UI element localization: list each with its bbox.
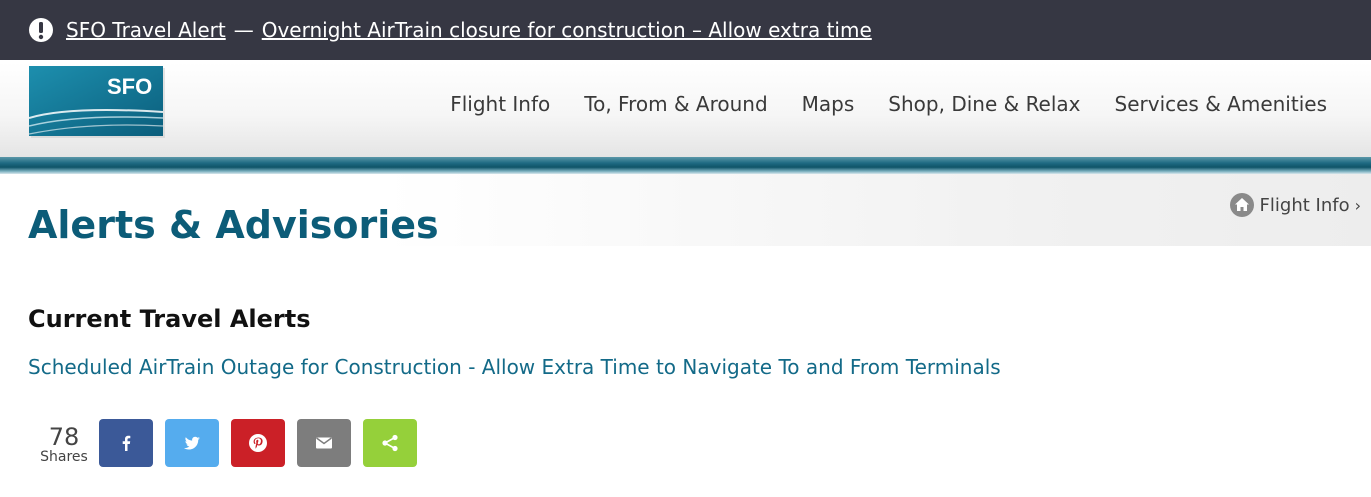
breadcrumb-flight-info[interactable]: Flight Info bbox=[1260, 195, 1350, 216]
travel-alert-bar: SFO Travel Alert — Overnight AirTrain cl… bbox=[0, 0, 1371, 60]
logo-text: SFO bbox=[107, 74, 152, 99]
pinterest-icon bbox=[249, 434, 267, 452]
facebook-share-button[interactable] bbox=[99, 419, 153, 467]
chevron-right-icon: › bbox=[1354, 195, 1361, 215]
nav-item-maps[interactable]: Maps bbox=[802, 92, 855, 116]
facebook-icon bbox=[122, 435, 131, 451]
pinterest-share-button[interactable] bbox=[231, 419, 285, 467]
airtrain-outage-link[interactable]: Scheduled AirTrain Outage for Constructi… bbox=[28, 355, 1001, 379]
email-share-button[interactable] bbox=[297, 419, 351, 467]
nav-item-services-amenities[interactable]: Services & Amenities bbox=[1115, 92, 1327, 116]
main-nav: Flight Info To, From & Around Maps Shop,… bbox=[450, 92, 1327, 116]
sfo-logo[interactable]: SFO bbox=[29, 66, 168, 141]
email-icon bbox=[316, 437, 332, 449]
twitter-share-button[interactable] bbox=[165, 419, 219, 467]
home-icon[interactable] bbox=[1229, 193, 1254, 217]
page-title: Alerts & Advisories bbox=[28, 203, 439, 247]
share-count-number: 78 bbox=[48, 423, 80, 451]
breadcrumb: Flight Info › bbox=[1229, 193, 1361, 217]
exclamation-circle-icon bbox=[29, 18, 53, 42]
share-count-label: Shares bbox=[40, 449, 88, 465]
twitter-icon bbox=[184, 436, 200, 450]
alert-separator: — bbox=[233, 18, 254, 42]
alert-title-link[interactable]: SFO Travel Alert bbox=[66, 18, 226, 42]
share-count: 78 Shares bbox=[38, 425, 90, 465]
alert-message-link[interactable]: Overnight AirTrain closure for construct… bbox=[262, 18, 872, 42]
nav-item-flight-info[interactable]: Flight Info bbox=[450, 92, 550, 116]
nav-item-shop-dine-relax[interactable]: Shop, Dine & Relax bbox=[888, 92, 1080, 116]
nav-item-to-from-around[interactable]: To, From & Around bbox=[584, 92, 767, 116]
share-icon bbox=[382, 434, 398, 452]
share-button[interactable] bbox=[363, 419, 417, 467]
header-stripe bbox=[0, 157, 1371, 174]
section-title: Current Travel Alerts bbox=[28, 305, 311, 333]
